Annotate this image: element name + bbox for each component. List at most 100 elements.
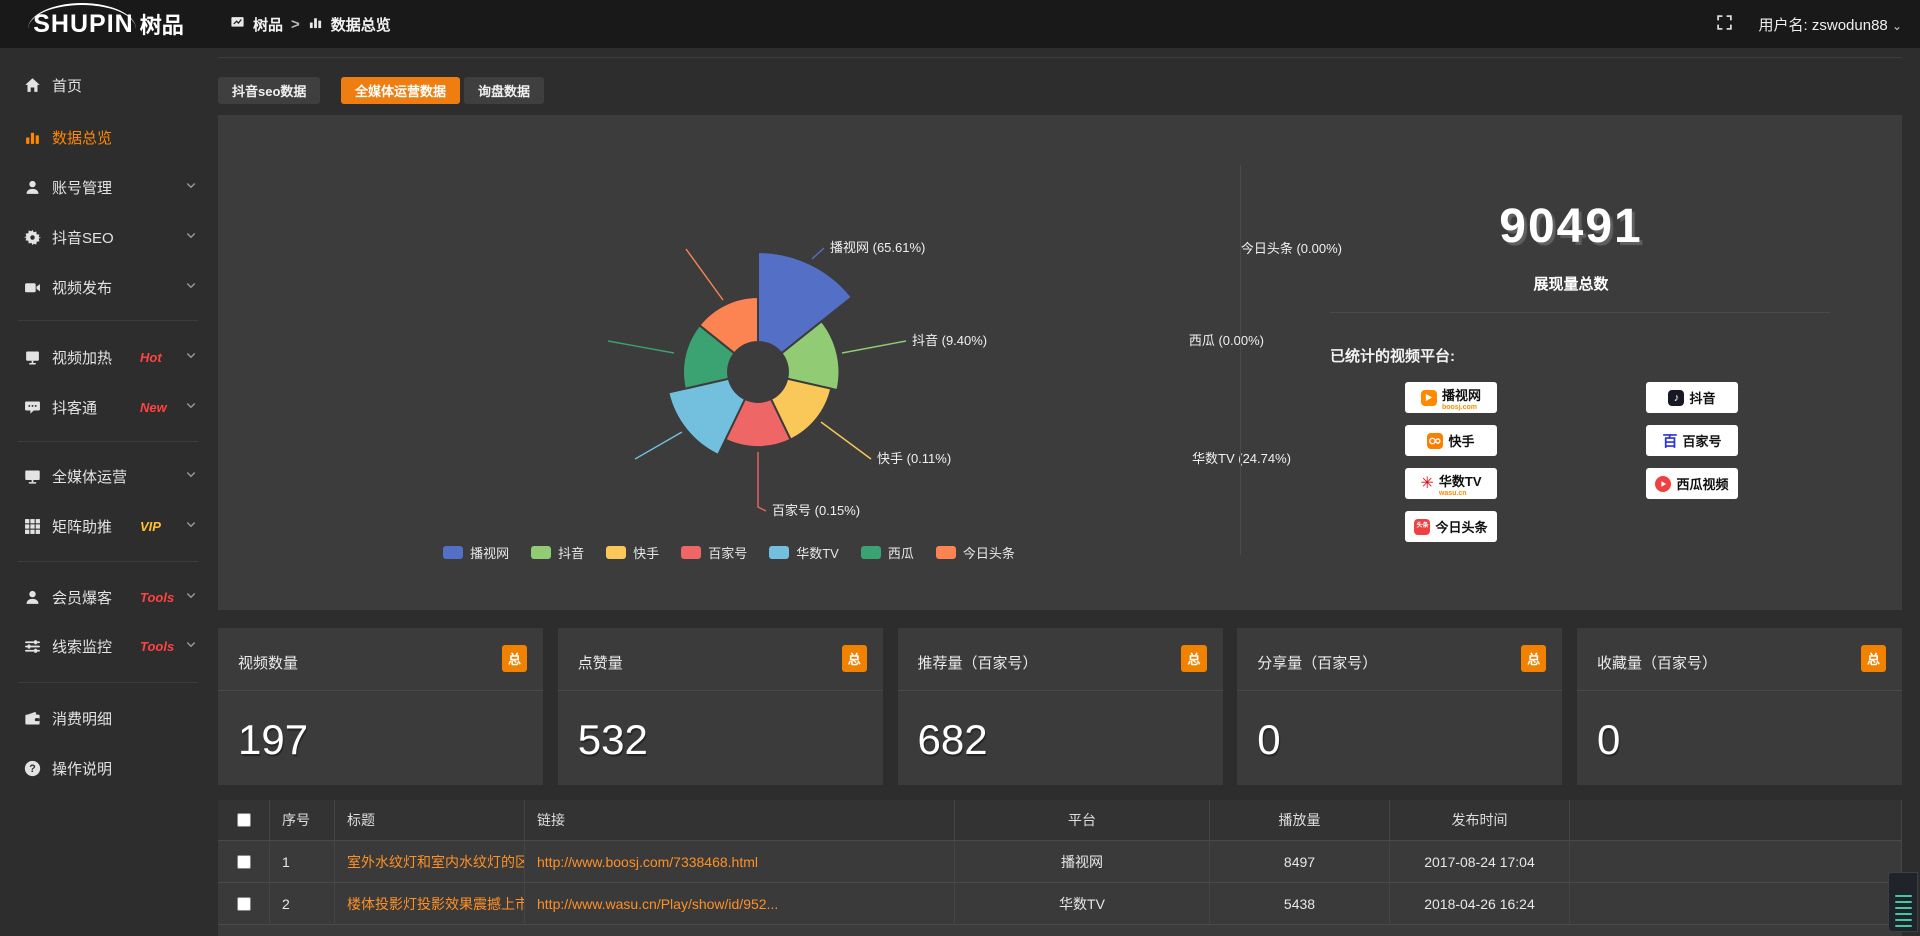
total-badge[interactable]: 总: [1521, 645, 1546, 672]
widget-stripe: [1895, 907, 1912, 909]
cell-title[interactable]: 楼体投影灯投影效果震撼上市: [335, 883, 525, 925]
chevron-down-icon: [185, 278, 197, 296]
chevron-down-icon: [185, 517, 197, 535]
bar-icon: [24, 129, 41, 146]
pie-label-line: [812, 248, 824, 259]
row-select-cell: [218, 883, 270, 925]
platforms-title: 已统计的视频平台:: [1330, 345, 1455, 366]
stat-card-value: 0: [1597, 716, 1620, 764]
legend-label: 今日头条: [963, 543, 1015, 562]
sidebar-item-账号管理[interactable]: 账号管理: [0, 169, 217, 205]
platform-badge-华数TV[interactable]: ✳华数TVwasu.cn: [1405, 468, 1497, 499]
user-icon: [24, 179, 41, 196]
sidebar-item-消费明细[interactable]: 消费明细: [0, 700, 217, 736]
stat-card-divider: [218, 690, 543, 691]
overview-panel: 播视网 (65.61%)抖音 (9.40%)快手 (0.11%)百家号 (0.1…: [218, 115, 1902, 610]
sidebar-item-操作说明[interactable]: ?操作说明: [0, 750, 217, 786]
board-chart-icon: [230, 15, 245, 34]
table-header-发布时间: 发布时间: [1390, 800, 1570, 841]
sidebar-item-label: 视频加热: [52, 347, 112, 368]
platform-badge-今日头条[interactable]: 头条今日头条: [1405, 511, 1497, 542]
platform-badge-百家号[interactable]: 百百家号: [1646, 425, 1738, 456]
logo-arc-decoration: [28, 3, 136, 29]
grid-icon: [24, 518, 41, 535]
cell-empty: [1570, 883, 1902, 925]
sidebar-item-全媒体运营[interactable]: 全媒体运营: [0, 458, 217, 494]
legend-item-抖音[interactable]: 抖音: [531, 543, 584, 562]
table-row-partial: [218, 925, 1902, 936]
sidebar-item-视频发布[interactable]: 视频发布: [0, 269, 217, 305]
platform-badge-播视网[interactable]: 播视网boosj.com: [1405, 382, 1497, 413]
platform-badge-抖音[interactable]: ♪抖音: [1646, 382, 1738, 413]
sidebar-item-label: 全媒体运营: [52, 466, 127, 487]
app-logo[interactable]: SHUPIN 树品: [0, 0, 217, 48]
sidebar-item-矩阵助推[interactable]: 矩阵助推VIP: [0, 508, 217, 544]
total-impressions-value: 90491: [1240, 199, 1902, 254]
total-badge[interactable]: 总: [502, 645, 527, 672]
summary-divider: [1330, 312, 1830, 313]
stat-card-title: 收藏量（百家号）: [1597, 652, 1717, 673]
fullscreen-icon[interactable]: [1716, 14, 1733, 35]
sidebar-divider: [18, 320, 198, 321]
floating-side-widget[interactable]: [1888, 872, 1918, 932]
sidebar-divider: [18, 682, 198, 683]
table-header-序号: 序号: [270, 800, 335, 841]
total-badge[interactable]: 总: [1861, 645, 1886, 672]
sidebar-item-视频加热[interactable]: 视频加热Hot: [0, 339, 217, 375]
sidebar-item-数据总览[interactable]: 数据总览: [0, 119, 217, 155]
sidebar-item-抖音SEO[interactable]: 抖音SEO: [0, 219, 217, 255]
widget-stripe: [1895, 901, 1912, 903]
row-checkbox[interactable]: [237, 855, 251, 869]
legend-label: 抖音: [558, 543, 584, 562]
tab-询盘数据[interactable]: 询盘数据: [464, 77, 544, 104]
bar-chart-icon: [308, 15, 323, 34]
cell-link[interactable]: http://www.boosj.com/7338468.html: [525, 841, 955, 883]
table-header-链接: 链接: [525, 800, 955, 841]
cell-views: 5438: [1210, 883, 1390, 925]
screen-icon: [24, 349, 41, 366]
platform-badge-快手[interactable]: 快手: [1405, 425, 1497, 456]
pie-label-line: [758, 452, 766, 511]
total-badge[interactable]: 总: [842, 645, 867, 672]
chevron-down-icon: [185, 228, 197, 246]
stat-card-分享量（百家号）: 分享量（百家号）总0: [1237, 628, 1562, 785]
username-display[interactable]: 用户名: zswodun88 ⌄: [1759, 14, 1902, 35]
breadcrumb-root[interactable]: 树品: [253, 14, 283, 35]
tab-抖音seo数据[interactable]: 抖音seo数据: [218, 77, 320, 104]
legend-swatch: [769, 546, 789, 559]
cell-time: 2017-08-24 17:04: [1390, 841, 1570, 883]
breadcrumb-current[interactable]: 数据总览: [331, 14, 391, 35]
total-badge[interactable]: 总: [1181, 645, 1206, 672]
sidebar-item-线索监控[interactable]: 线索监控Tools: [0, 628, 217, 664]
sidebar-item-label: 首页: [52, 75, 82, 96]
stat-card-点赞量: 点赞量总532: [558, 628, 883, 785]
sidebar-item-会员爆客[interactable]: 会员爆客Tools: [0, 579, 217, 615]
cell-views: 8497: [1210, 841, 1390, 883]
platform-badge-西瓜视频[interactable]: 西瓜视频: [1646, 468, 1738, 499]
cell-title[interactable]: 室外水纹灯和室内水纹灯的区别和简介: [335, 841, 525, 883]
sidebar-item-抖客通[interactable]: 抖客通New: [0, 389, 217, 425]
legend-item-华数TV[interactable]: 华数TV: [769, 543, 839, 562]
question-icon: ?: [24, 760, 41, 777]
rose-pie-chart[interactable]: [218, 115, 1240, 610]
legend-item-西瓜[interactable]: 西瓜: [861, 543, 914, 562]
tab-全媒体运营数据[interactable]: 全媒体运营数据: [341, 77, 460, 104]
cell-platform: 华数TV: [955, 883, 1210, 925]
legend-label: 播视网: [470, 543, 509, 562]
legend-item-快手[interactable]: 快手: [606, 543, 659, 562]
chevron-down-icon: [185, 467, 197, 485]
sidebar-item-badge: VIP: [140, 519, 161, 534]
row-checkbox[interactable]: [237, 897, 251, 911]
sliders-icon: [24, 638, 41, 655]
cell-link[interactable]: http://www.wasu.cn/Play/show/id/952...: [525, 883, 955, 925]
stat-card-value: 682: [918, 716, 988, 764]
legend-item-今日头条[interactable]: 今日头条: [936, 543, 1015, 562]
legend-item-播视网[interactable]: 播视网: [443, 543, 509, 562]
sidebar-item-首页[interactable]: 首页: [0, 67, 217, 103]
legend-item-百家号[interactable]: 百家号: [681, 543, 747, 562]
stat-card-divider: [898, 690, 1223, 691]
pie-label-百家号: 百家号 (0.15%): [772, 502, 860, 520]
select-all-checkbox[interactable]: [237, 813, 251, 827]
chat-icon: [24, 399, 41, 416]
table-header-平台: 平台: [955, 800, 1210, 841]
